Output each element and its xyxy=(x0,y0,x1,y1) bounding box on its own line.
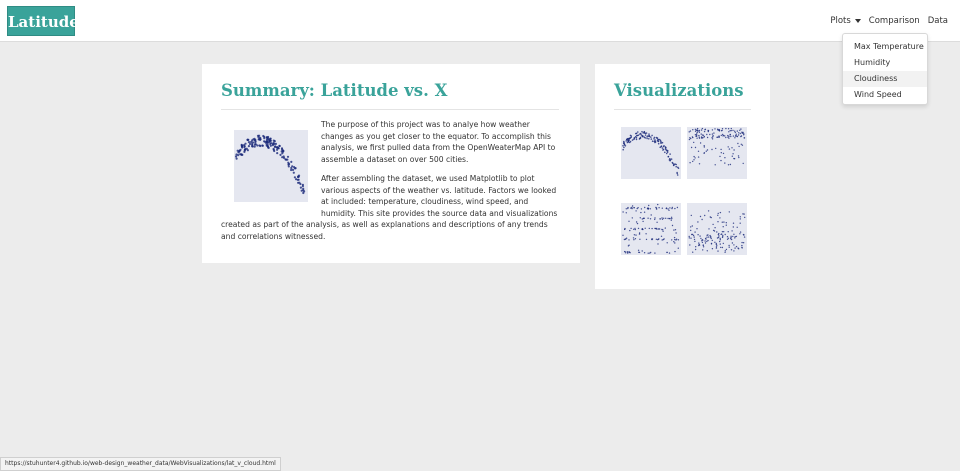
plot-thumbnail-humidity[interactable] xyxy=(681,122,751,186)
status-bar-url: https://stuhunter4.github.io/web-design_… xyxy=(0,457,281,471)
divider xyxy=(614,109,751,110)
visualizations-panel: Visualizations xyxy=(595,64,770,289)
navbar: Latitude Plots Comparison Data xyxy=(0,0,960,42)
summary-title: Summary: Latitude vs. X xyxy=(221,81,448,100)
summary-panel: Summary: Latitude vs. X The purpose of t… xyxy=(202,64,580,263)
nav-plots-dropdown[interactable]: Plots xyxy=(830,16,861,26)
nav-links: Plots Comparison Data xyxy=(830,16,948,26)
nav-data-link[interactable]: Data xyxy=(928,16,948,26)
brand-logo[interactable]: Latitude xyxy=(7,6,79,36)
dropdown-item-cloudiness[interactable]: Cloudiness xyxy=(843,71,927,87)
dropdown-item-max-temperature[interactable]: Max Temperature xyxy=(843,39,927,55)
divider xyxy=(221,109,559,110)
dropdown-item-humidity[interactable]: Humidity xyxy=(843,55,927,71)
plot-thumbnail-max-temperature[interactable] xyxy=(615,122,685,186)
nav-comparison-link[interactable]: Comparison xyxy=(869,16,920,26)
plot-thumbnail-wind-speed[interactable] xyxy=(681,198,751,262)
caret-down-icon xyxy=(854,18,861,23)
visualizations-title: Visualizations xyxy=(614,81,744,100)
plots-dropdown-menu: Max Temperature Humidity Cloudiness Wind… xyxy=(842,33,928,105)
dropdown-item-wind-speed[interactable]: Wind Speed xyxy=(843,87,927,103)
plot-thumbnail-cloudiness[interactable] xyxy=(615,198,685,262)
summary-text: The purpose of this project was to analy… xyxy=(221,119,559,250)
